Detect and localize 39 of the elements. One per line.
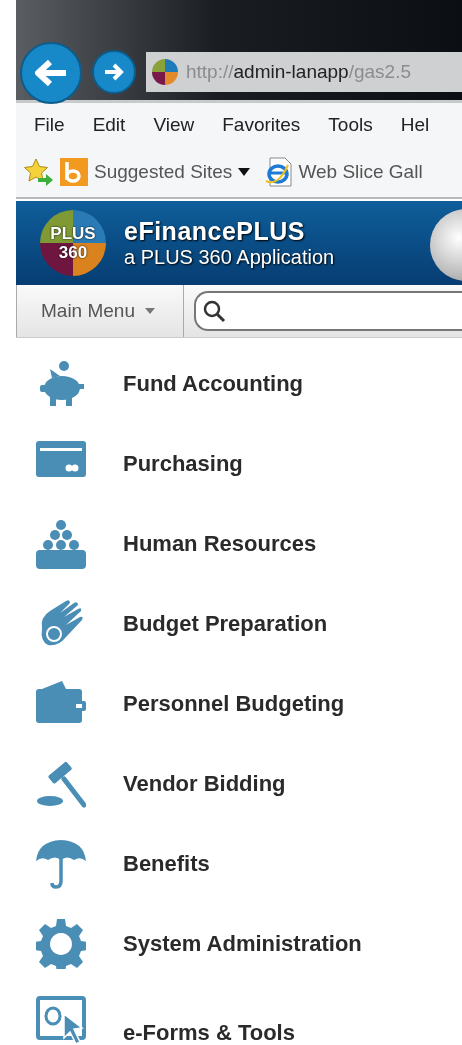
people-group-icon (36, 519, 86, 569)
gavel-icon (36, 759, 86, 809)
module-link[interactable]: Personnel Budgeting (123, 691, 345, 717)
app-title: eFinancePLUS (124, 217, 307, 246)
caret-icon (145, 308, 155, 314)
menu-item[interactable]: Tools (328, 114, 373, 136)
menu-item[interactable]: Hel (400, 114, 430, 136)
logo-text: 360 (58, 243, 88, 262)
left-arrow-icon (34, 58, 68, 88)
menu-item[interactable]: Favorites (222, 114, 301, 136)
module-link[interactable]: e-Forms & Tools (123, 1020, 295, 1045)
app-subtitle: a PLUS 360 Application (124, 246, 335, 269)
site-logo-icon (152, 59, 178, 85)
favorite-link[interactable]: Web Slice Gall (298, 161, 423, 183)
quadrant-logo-icon (40, 210, 106, 276)
address-bar[interactable]: http://admin-lanapp/gas2.5 (146, 52, 462, 92)
web-page-icon (264, 157, 293, 187)
menu-item[interactable]: File (34, 114, 65, 136)
gear-icon (36, 919, 86, 969)
module-link[interactable]: System Administration (123, 931, 362, 957)
search-field[interactable] (194, 291, 462, 331)
menu-item[interactable]: View (153, 114, 195, 136)
favorite-link[interactable]: Suggested Sites (94, 161, 233, 183)
module-link[interactable]: Benefits (123, 851, 210, 877)
module-link[interactable]: Vendor Bidding (123, 771, 286, 797)
menu-item[interactable]: Edit (92, 114, 126, 136)
star-arrow-icon (24, 158, 54, 186)
address-text: http://admin-lanapp/gas2.5 (186, 61, 411, 83)
dropdown-caret-icon[interactable] (238, 168, 251, 176)
umbrella-icon (36, 839, 86, 889)
module-link[interactable]: Purchasing (123, 451, 243, 477)
forward-button[interactable] (92, 50, 136, 94)
logo-text: PLUS (50, 224, 96, 243)
module-link[interactable]: Fund Accounting (123, 371, 304, 397)
module-link[interactable]: Budget Preparation (123, 611, 328, 637)
bing-logo-icon (60, 158, 88, 186)
module-link[interactable]: Human Resources (123, 531, 317, 557)
search-icon (202, 299, 226, 323)
right-arrow-icon (103, 62, 125, 82)
